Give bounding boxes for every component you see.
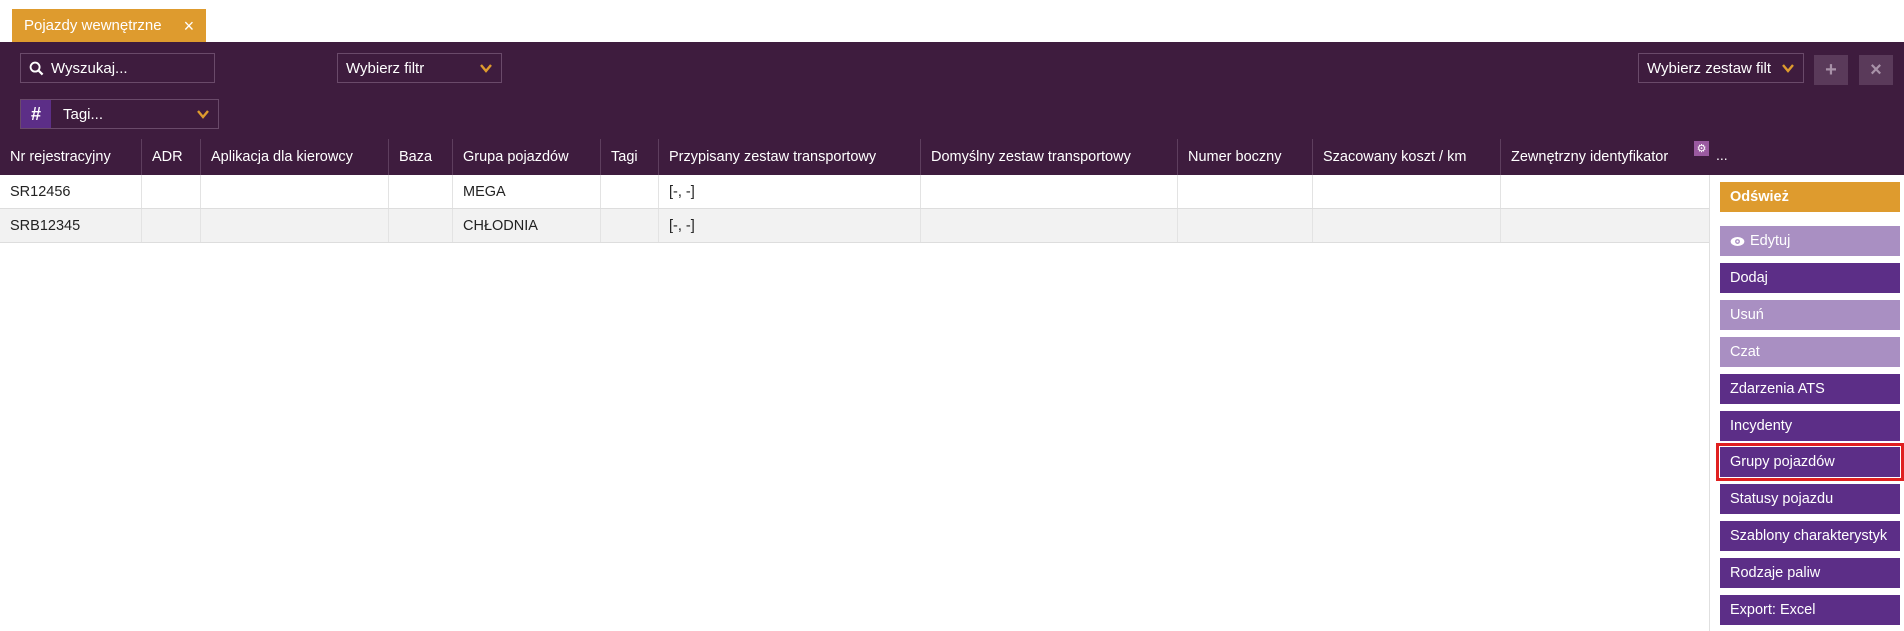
edit-button-label: Edytuj [1750,233,1791,249]
column-header-numer-boczny[interactable]: Numer boczny [1178,139,1313,175]
table-cell [1501,175,1709,208]
column-header-zewnetrzny-identyfikator[interactable]: Zewnętrzny identyfikator [1501,139,1709,175]
tags-label: Tagi... [63,105,104,123]
tags-select[interactable]: # Tagi... [20,99,219,129]
close-icon[interactable]: × [184,17,195,35]
delete-button[interactable]: Usuń [1720,300,1900,330]
column-header-grupa-pojazdow[interactable]: Grupa pojazdów [453,139,601,175]
tab-bar: Pojazdy wewnętrzne × [0,0,1904,42]
tab-label: Pojazdy wewnętrzne [24,17,162,34]
column-header-adr[interactable]: ADR [142,139,201,175]
fuel-types-button[interactable]: Rodzaje paliw [1720,558,1900,588]
table-cell [1178,209,1313,242]
edit-button[interactable]: Edytuj [1720,226,1900,256]
table-cell [1313,175,1501,208]
table-cell [601,209,659,242]
column-header-szacowany-koszt[interactable]: Szacowany koszt / km [1313,139,1501,175]
table-cell [201,209,389,242]
table-cell: SR12456 [0,175,142,208]
table-cell: SRB12345 [0,209,142,242]
chat-button[interactable]: Czat [1720,337,1900,367]
table-cell [921,209,1178,242]
table-cell: [-, -] [659,209,921,242]
hash-icon: # [21,100,51,128]
eye-icon [1730,236,1745,247]
table-cell: CHŁODNIA [453,209,601,242]
toolbar: Wyszukaj... Wybierz filtr Wybierz zestaw… [0,42,1904,139]
table-cell: MEGA [453,175,601,208]
chevron-down-icon [480,64,492,73]
table-header: Nr rejestracyjny ADR Aplikacja dla kiero… [0,139,1904,175]
table-cell: [-, -] [659,175,921,208]
table-cell [921,175,1178,208]
column-header-aplikacja[interactable]: Aplikacja dla kierowcy [201,139,389,175]
filter-label: Wybierz filtr [346,59,425,77]
refresh-button[interactable]: Odśwież [1720,182,1900,212]
filter-set-select[interactable]: Wybierz zestaw filt [1638,53,1804,83]
table-row[interactable]: SR12456 MEGA [-, -] [0,175,1709,209]
vehicle-statuses-button[interactable]: Statusy pojazdu [1720,484,1900,514]
add-button[interactable]: Dodaj [1720,263,1900,293]
column-header-baza[interactable]: Baza [389,139,453,175]
chevron-down-icon [197,110,209,119]
tab-pojazdy-wewnetrzne[interactable]: Pojazdy wewnętrzne × [12,9,207,42]
filter-set-label: Wybierz zestaw filt [1647,59,1772,77]
table-cell [1313,209,1501,242]
column-header-domyslny-zestaw[interactable]: Domyślny zestaw transportowy [921,139,1178,175]
chevron-down-icon [1782,64,1794,73]
table-cell [389,175,453,208]
add-filter-set-button[interactable]: + [1814,55,1848,85]
table-cell [201,175,389,208]
search-icon [21,61,51,76]
table-cell [389,209,453,242]
actions-sidebar: Odśwież Edytuj Dodaj Usuń Czat Zdarzenia… [1709,175,1904,631]
close-icon: × [1870,58,1882,81]
table-cell [142,209,201,242]
ats-events-button[interactable]: Zdarzenia ATS [1720,374,1900,404]
table-cell [601,175,659,208]
incidents-button[interactable]: Incydenty [1720,411,1900,441]
table-row[interactable]: SRB12345 CHŁODNIA [-, -] [0,209,1709,243]
export-excel-button[interactable]: Export: Excel [1720,595,1900,625]
table-cell [142,175,201,208]
plus-icon: + [1825,58,1837,81]
column-header-przypisany-zestaw[interactable]: Przypisany zestaw transportowy [659,139,921,175]
table-cell [1501,209,1709,242]
search-input[interactable]: Wyszukaj... [20,53,215,83]
search-placeholder: Wyszukaj... [51,59,128,77]
characteristics-templates-button[interactable]: Szablony charakterystyk [1720,521,1900,551]
vehicle-groups-button[interactable]: Grupy pojazdów [1720,447,1900,477]
filter-select[interactable]: Wybierz filtr [337,53,502,83]
column-header-nr-rejestracyjny[interactable]: Nr rejestracyjny [0,139,142,175]
gear-icon[interactable]: ⚙ [1694,141,1709,156]
more-columns[interactable]: ... [1716,147,1728,163]
table-cell [1178,175,1313,208]
delete-filter-set-button[interactable]: × [1859,55,1893,85]
column-header-tagi[interactable]: Tagi [601,139,659,175]
